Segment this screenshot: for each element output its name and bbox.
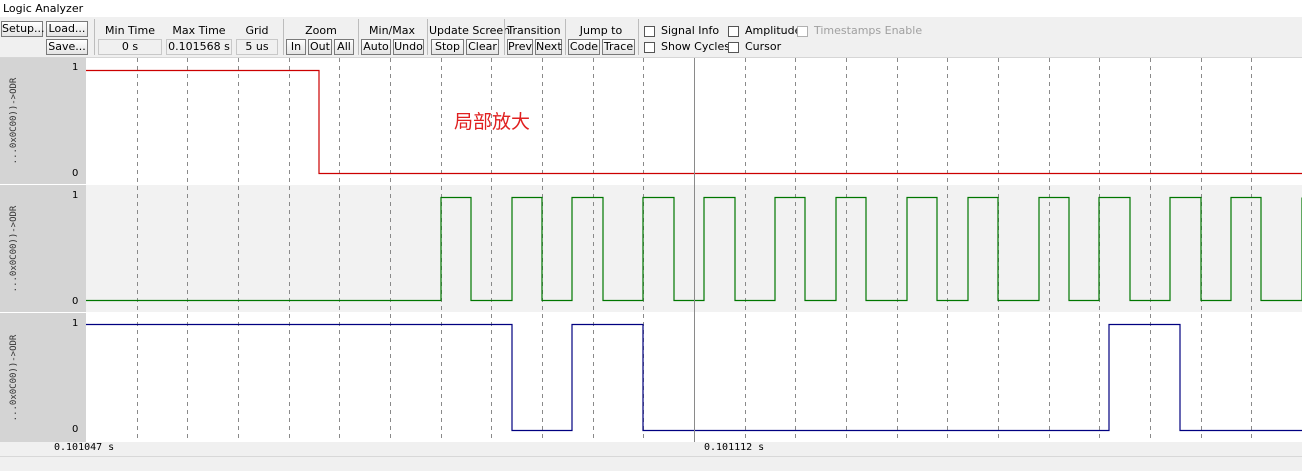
- signal-3-high-label: 1: [72, 318, 79, 329]
- signal-name-panel: ...0x0C00))->ODR ...0x0C00))->ODR ...0x0…: [0, 58, 86, 442]
- toolbar-separator: [358, 19, 359, 55]
- annotation-text: 局部放大: [454, 111, 530, 133]
- min-time-label: Min Time: [105, 24, 155, 37]
- zoom-out-button[interactable]: Out: [308, 39, 332, 55]
- timestamps-label: Timestamps Enable: [814, 24, 923, 37]
- minmax-label: Min/Max: [369, 24, 415, 37]
- grid-label: Grid: [245, 24, 269, 37]
- time-label-cursor: 0.101112 s: [704, 442, 765, 453]
- max-time-value: 0.101568 s: [166, 39, 232, 55]
- zoom-all-button[interactable]: All: [334, 39, 354, 55]
- timestamps-checkbox: [797, 26, 808, 37]
- transition-prev-button[interactable]: Prev: [507, 39, 533, 55]
- signal-2-high-label: 1: [72, 190, 79, 201]
- toolbar-separator: [638, 19, 639, 55]
- signal-2-low-label: 0: [72, 296, 79, 307]
- signal-name-2[interactable]: ...0x0C00))->ODR: [0, 185, 28, 312]
- setup-button[interactable]: Setup...: [1, 21, 45, 37]
- signal-name-1[interactable]: ...0x0C00))->ODR: [0, 58, 28, 184]
- jump-code-button[interactable]: Code: [568, 39, 600, 55]
- time-axis-bar: 0.101047 s 0.101112 s: [0, 442, 1302, 456]
- max-time-label: Max Time: [172, 24, 226, 37]
- window-title: Logic Analyzer: [0, 0, 1302, 17]
- signal-name-2-text: ...0x0C00))->ODR: [9, 205, 19, 292]
- signal-3-low-label: 0: [72, 424, 79, 435]
- update-screen-label: Update Screen: [429, 24, 511, 37]
- signal-info-checkbox[interactable]: [644, 26, 655, 37]
- jump-to-label: Jump to: [579, 24, 623, 37]
- minmax-undo-button[interactable]: Undo: [393, 39, 424, 55]
- toolbar-separator: [565, 19, 566, 55]
- grid-value: 5 us: [236, 39, 278, 55]
- update-clear-button[interactable]: Clear: [466, 39, 499, 55]
- min-time-value: 0 s: [98, 39, 162, 55]
- update-stop-button[interactable]: Stop: [431, 39, 464, 55]
- save-button[interactable]: Save...: [46, 39, 88, 55]
- signal-name-1-text: ...0x0C00))->ODR: [9, 77, 19, 165]
- toolbar: Setup... Load... Save... Min Time 0 s Ma…: [0, 17, 1302, 58]
- transition-label: Transition: [507, 24, 561, 37]
- toolbar-separator: [94, 19, 95, 55]
- show-cycles-label: Show Cycles: [661, 40, 730, 53]
- amplitude-checkbox[interactable]: [728, 26, 739, 37]
- horizontal-scrollbar[interactable]: [0, 456, 1302, 471]
- amplitude-label: Amplitude: [745, 24, 802, 37]
- toolbar-separator: [504, 19, 505, 55]
- signal-info-label: Signal Info: [661, 24, 720, 37]
- zoom-label: Zoom: [305, 24, 337, 37]
- waveform-plot[interactable]: 局部放大: [86, 58, 1302, 442]
- cursor-checkbox[interactable]: [728, 42, 739, 53]
- signal-1-low-label: 0: [72, 168, 79, 179]
- minmax-auto-button[interactable]: Auto: [361, 39, 391, 55]
- show-cycles-checkbox[interactable]: [644, 42, 655, 53]
- signal-1-high-label: 1: [72, 62, 79, 73]
- cursor-label: Cursor: [745, 40, 782, 53]
- zoom-in-button[interactable]: In: [286, 39, 306, 55]
- toolbar-separator: [283, 19, 284, 55]
- jump-trace-button[interactable]: Trace: [602, 39, 635, 55]
- load-button[interactable]: Load...: [46, 21, 88, 37]
- signal-name-3[interactable]: ...0x0C00))->ODR: [0, 313, 28, 442]
- time-label-left: 0.101047 s: [54, 442, 115, 453]
- transition-next-button[interactable]: Next: [535, 39, 562, 55]
- signal-name-3-text: ...0x0C00))->ODR: [9, 334, 19, 421]
- toolbar-separator: [427, 19, 428, 55]
